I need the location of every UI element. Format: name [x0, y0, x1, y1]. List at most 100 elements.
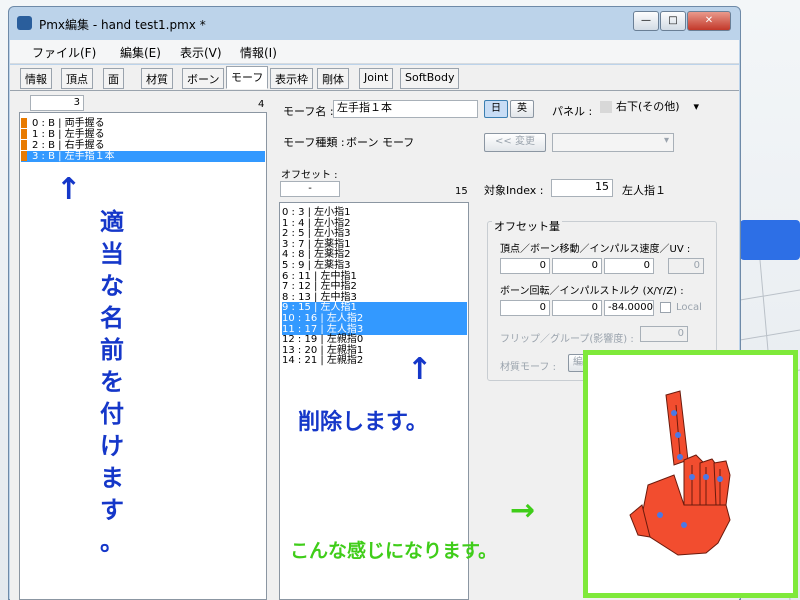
- annotation-char: を: [100, 368, 124, 396]
- tab-rigid-body[interactable]: 剛体: [317, 68, 349, 89]
- annotation-char: 付: [100, 400, 124, 428]
- morph-index-field[interactable]: 3: [30, 95, 84, 111]
- panel-value: 右下(その他): [616, 100, 680, 113]
- flip-label: フリップ／グループ(影響度) :: [500, 334, 634, 345]
- list-item-label: 0 : B | 両手握る: [32, 118, 105, 129]
- target-index-label: 対象Index :: [484, 184, 544, 197]
- offset-list-item[interactable]: 9 : 15 | 左人指1: [282, 302, 467, 314]
- annotation-char: ま: [100, 464, 124, 492]
- menu-bar: ファイル(F) 編集(E) 表示(V) 情報(I): [10, 40, 739, 64]
- hand-model-render: [629, 390, 731, 556]
- offset-list-item[interactable]: 12 : 19 | 左親指0: [282, 334, 467, 345]
- morph-type-value: ボーン モーフ: [346, 136, 415, 149]
- offset-list-item[interactable]: 14 : 21 | 左親指2: [282, 355, 467, 366]
- menu-file[interactable]: ファイル(F): [32, 44, 96, 61]
- menu-edit[interactable]: 編集(E): [120, 44, 161, 61]
- rotation-x-field[interactable]: 0: [500, 300, 550, 316]
- morph-type-label: モーフ種類 :: [283, 136, 345, 149]
- offset-y-field[interactable]: 0: [552, 258, 602, 274]
- panel-label: パネル :: [552, 105, 593, 118]
- tab-material[interactable]: 材質: [141, 68, 173, 89]
- list-item-selected[interactable]: 3 : B | 左手指１本: [21, 151, 265, 162]
- rotation-z-field[interactable]: -84.0000: [604, 300, 654, 316]
- app-icon: [17, 16, 32, 30]
- offset-count: 15: [455, 186, 468, 197]
- tab-bone[interactable]: ボーン: [182, 68, 225, 89]
- offset-group-title: オフセット量: [492, 218, 562, 234]
- panel-select[interactable]: 右下(その他) ▾: [597, 100, 701, 118]
- tab-softbody[interactable]: SoftBody: [400, 68, 460, 89]
- annotation-char: 。: [100, 528, 124, 556]
- morph-count: 4: [258, 99, 265, 110]
- offset-w-field[interactable]: 0: [668, 258, 704, 274]
- arrow-up-icon: ↑: [56, 172, 82, 207]
- vertex-label: 頂点／ボーン移動／インパルス速度／UV :: [500, 244, 691, 255]
- panel-swatch: [600, 101, 612, 113]
- morph-marker: [21, 140, 27, 150]
- arrow-right-icon: →: [510, 493, 536, 528]
- menu-view[interactable]: 表示(V): [180, 44, 222, 61]
- offset-list-item[interactable]: 1 : 4 | 左小指2: [282, 218, 467, 229]
- list-item[interactable]: 1 : B | 左手握る: [21, 129, 265, 140]
- annotation-char: 当: [100, 240, 124, 268]
- minimize-button[interactable]: —: [633, 11, 659, 31]
- window-title: Pmx編集 - hand test1.pmx *: [39, 18, 206, 32]
- annotation-char: 適: [100, 208, 124, 236]
- morph-name-field[interactable]: 左手指１本: [333, 100, 478, 118]
- close-button[interactable]: ✕: [687, 11, 731, 31]
- offset-index-field[interactable]: -: [280, 181, 340, 197]
- list-item[interactable]: 2 : B | 右手握る: [21, 140, 265, 151]
- material-morph-label: 材質モーフ :: [500, 362, 556, 373]
- tab-joint[interactable]: Joint: [359, 68, 394, 89]
- tab-vertex[interactable]: 頂点: [61, 68, 93, 89]
- offset-list-item[interactable]: 0 : 3 | 左小指1: [282, 207, 467, 218]
- offset-label: オフセット :: [281, 170, 338, 181]
- target-index-field[interactable]: 15: [551, 179, 613, 197]
- annotation-char: け: [100, 432, 124, 460]
- lang-jp-button[interactable]: 日: [484, 100, 508, 118]
- list-item[interactable]: 0 : B | 両手握る: [21, 118, 265, 129]
- offset-x-field[interactable]: 0: [500, 258, 550, 274]
- local-label: Local: [676, 302, 702, 313]
- tab-bar: 情報 頂点 面 材質 ボーン モーフ 表示枠 剛体 Joint SoftBody: [10, 65, 739, 90]
- annotation-char: 前: [100, 336, 124, 364]
- list-item-label: 3 : B | 左手指１本: [32, 151, 115, 162]
- rotation-label: ボーン回転／インパルストルク (X/Y/Z) :: [500, 286, 684, 297]
- rotation-y-field[interactable]: 0: [552, 300, 602, 316]
- annotation-delete: 削除します。: [298, 410, 428, 435]
- result-preview: [583, 350, 798, 598]
- list-item-label: 2 : B | 右手握る: [32, 140, 105, 151]
- offset-list-item[interactable]: 6 : 11 | 左中指1: [282, 271, 467, 282]
- change-type-select[interactable]: ▾: [552, 133, 674, 152]
- list-item-label: 1 : B | 左手握る: [32, 129, 105, 140]
- arrow-up-icon: ↑: [407, 352, 433, 387]
- title-bar: Pmx編集 - hand test1.pmx * — □ ✕: [9, 7, 740, 39]
- chevron-down-icon: ▾: [663, 135, 669, 146]
- offset-z-field[interactable]: 0: [604, 258, 654, 274]
- offset-list-item[interactable]: 7 : 12 | 左中指2: [282, 281, 467, 292]
- morph-marker: [21, 129, 27, 139]
- change-button[interactable]: << 変更: [484, 133, 546, 152]
- annotation-char: 名: [100, 304, 124, 332]
- tab-morph[interactable]: モーフ: [226, 66, 269, 89]
- offset-list-item[interactable]: 4 : 8 | 左薬指2: [282, 249, 467, 260]
- offset-list-item[interactable]: 5 : 9 | 左薬指3: [282, 260, 467, 271]
- target-bone-name: 左人指１: [622, 184, 666, 197]
- morph-marker: [21, 151, 27, 161]
- tab-info[interactable]: 情報: [20, 68, 52, 89]
- annotation-char: な: [100, 272, 124, 300]
- tab-face[interactable]: 面: [103, 68, 124, 89]
- offset-list-item[interactable]: 11 : 17 | 左人指3: [282, 323, 467, 335]
- lang-en-button[interactable]: 英: [510, 100, 534, 118]
- annotation-result: こんな感じになります。: [290, 540, 498, 562]
- local-checkbox[interactable]: [660, 302, 671, 313]
- tab-display-frame[interactable]: 表示枠: [270, 68, 313, 89]
- flip-field[interactable]: 0: [640, 326, 688, 342]
- menu-info[interactable]: 情報(I): [240, 44, 277, 61]
- morph-marker: [21, 118, 27, 128]
- morph-name-label: モーフ名 :: [283, 105, 334, 118]
- maximize-button[interactable]: □: [660, 11, 686, 31]
- chevron-down-icon: ▾: [693, 100, 699, 113]
- offset-list-item[interactable]: 10 : 16 | 左人指2: [282, 313, 467, 324]
- offset-list-item[interactable]: 2 : 5 | 左小指3: [282, 228, 467, 239]
